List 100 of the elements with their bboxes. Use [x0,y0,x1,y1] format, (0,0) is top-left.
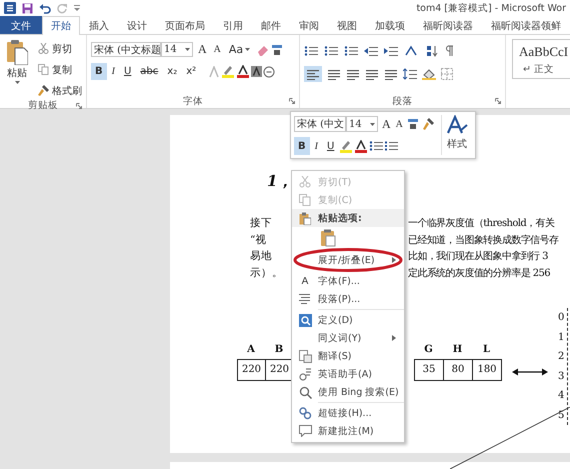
menu-item[interactable]: 翻译(S) [292,347,404,365]
file-tab[interactable]: 文件 [0,16,42,34]
underline-button[interactable]: U [322,137,338,155]
bold-button[interactable]: B [294,137,310,155]
format-painter-button[interactable]: 格式刷 [38,82,82,99]
menu-item[interactable]: 英语助手(A) [292,365,404,383]
ribbon-tab[interactable]: 福昕阅读器领鲜 [482,16,570,34]
align-left-button[interactable] [304,66,322,82]
paragraph-text: “视 [250,232,268,247]
change-case-button[interactable]: Aa [226,41,254,58]
bullets-icon[interactable] [304,44,318,56]
table-cell: 35 [415,360,444,380]
ribbon-tab[interactable]: 邮件 [252,16,290,34]
window-title: tom4 [兼容模式] - Microsoft Wor [416,2,566,14]
line-spacing-icon[interactable] [403,68,417,80]
enclose-character-icon[interactable] [263,66,276,78]
group-label: 字体 [183,94,203,108]
italic-button[interactable]: I [108,63,119,80]
search-icon [298,386,312,398]
row-number: 0 [558,311,564,325]
justify-icon[interactable] [365,68,379,80]
bold-button[interactable]: B [91,63,107,80]
undo-icon[interactable] [39,2,51,14]
align-right-icon[interactable] [346,68,360,80]
menu-section-header: 粘贴选项: [318,212,362,224]
dialog-launcher-icon[interactable] [76,103,82,109]
style-preview: AaBbCcI [519,44,568,60]
align-left-icon [306,68,320,80]
table-cell: 180 [473,360,502,380]
multilevel-list-icon[interactable] [344,44,358,56]
dialog-launcher-icon[interactable] [289,98,295,104]
increase-indent-icon[interactable] [384,44,398,56]
paste-button[interactable]: 粘贴 [4,39,30,99]
customize-icon[interactable] [74,5,80,11]
row-number: 3 [558,370,564,384]
shading-icon[interactable] [422,68,436,80]
numbering-icon[interactable] [324,44,338,56]
paintbrush-icon[interactable] [422,118,434,130]
ribbon-tab[interactable]: 插入 [80,16,118,34]
character-shading-icon[interactable] [251,66,262,77]
ribbon-tab[interactable]: 开始 [42,16,80,35]
dialog-launcher-icon[interactable] [495,98,501,104]
italic-button[interactable]: I [310,137,322,155]
ribbon-tab[interactable]: 设计 [118,16,156,34]
paste-option-button[interactable] [318,226,338,248]
font-size-field[interactable]: 14 [346,116,378,132]
paragraph-text: 易地 [250,249,273,264]
scissors-icon [38,43,49,54]
ribbon-tab[interactable]: 审阅 [290,16,328,34]
font-name-field[interactable]: 宋体 (中文标题 [91,42,161,57]
sort-icon[interactable] [426,44,438,56]
underline-button[interactable]: U [120,63,136,80]
menu-item[interactable]: 新建批注(M) [292,422,404,440]
phonetic-guide-icon[interactable] [406,118,419,130]
ribbon-tab[interactable]: 引用 [214,16,252,34]
decrease-indent-icon[interactable] [364,44,378,56]
strike-button[interactable]: abc [136,63,162,80]
ribbon-tab[interactable]: 页面布局 [156,16,214,34]
sup-button[interactable]: x² [182,63,200,80]
menu-item[interactable]: 超链接(H)... [292,404,404,422]
ribbon-tab[interactable]: 视图 [328,16,366,34]
menu-item[interactable]: 使用 Bing 搜索(E) [292,383,404,401]
phonetic-guide-icon[interactable] [271,44,284,56]
paragraph-icon [299,293,311,305]
font-color-icon[interactable] [236,65,250,78]
caret-icon[interactable] [370,122,375,126]
save-icon[interactable] [22,2,33,14]
menu-item[interactable]: 同义词(Y) [292,329,404,347]
font-name-field[interactable]: 宋体 (中文 [294,116,346,132]
menu-item[interactable]: 段落(P)... [292,290,404,308]
cut-button[interactable]: 剪切 [38,40,82,57]
caret-icon[interactable] [185,48,190,51]
ribbon-tab[interactable]: 福昕阅读器 [414,16,482,34]
clipboard-icon [299,212,311,224]
ribbon-tab[interactable]: 加载项 [366,16,414,34]
center-icon[interactable] [327,68,341,80]
menu-item[interactable]: 定义(D) [292,311,404,329]
heading: 1， [267,171,292,191]
style-gallery-item[interactable]: AaBbCcI ↵ 正文 [512,39,570,79]
paragraph-text: 接下 [250,216,273,230]
copy-button[interactable]: 复制 [38,61,82,78]
numbering-icon[interactable] [384,140,398,152]
show-marks-icon[interactable] [444,44,454,56]
grow-font-button[interactable]: A [381,115,392,133]
styles-button[interactable]: 样式 [441,115,472,155]
font-color-icon[interactable] [354,140,368,152]
magnifier-icon [298,314,312,326]
shrink-font-button[interactable]: A [212,41,223,58]
shrink-font-button[interactable]: A [394,115,404,133]
caret-icon[interactable] [14,81,20,84]
font-size-field[interactable]: 14 [161,42,193,57]
paintbrush-icon [38,85,49,96]
caret-icon[interactable] [245,48,250,51]
menu-item[interactable]: 展开/折叠(E) [292,248,404,272]
column-label: A [246,344,256,357]
menu-item[interactable]: A 字体(F)... [292,272,404,290]
distributed-icon[interactable] [384,68,398,80]
grow-font-button[interactable]: A [196,41,209,58]
bullets-icon[interactable] [369,140,384,152]
sub-button[interactable]: x₂ [163,63,182,80]
